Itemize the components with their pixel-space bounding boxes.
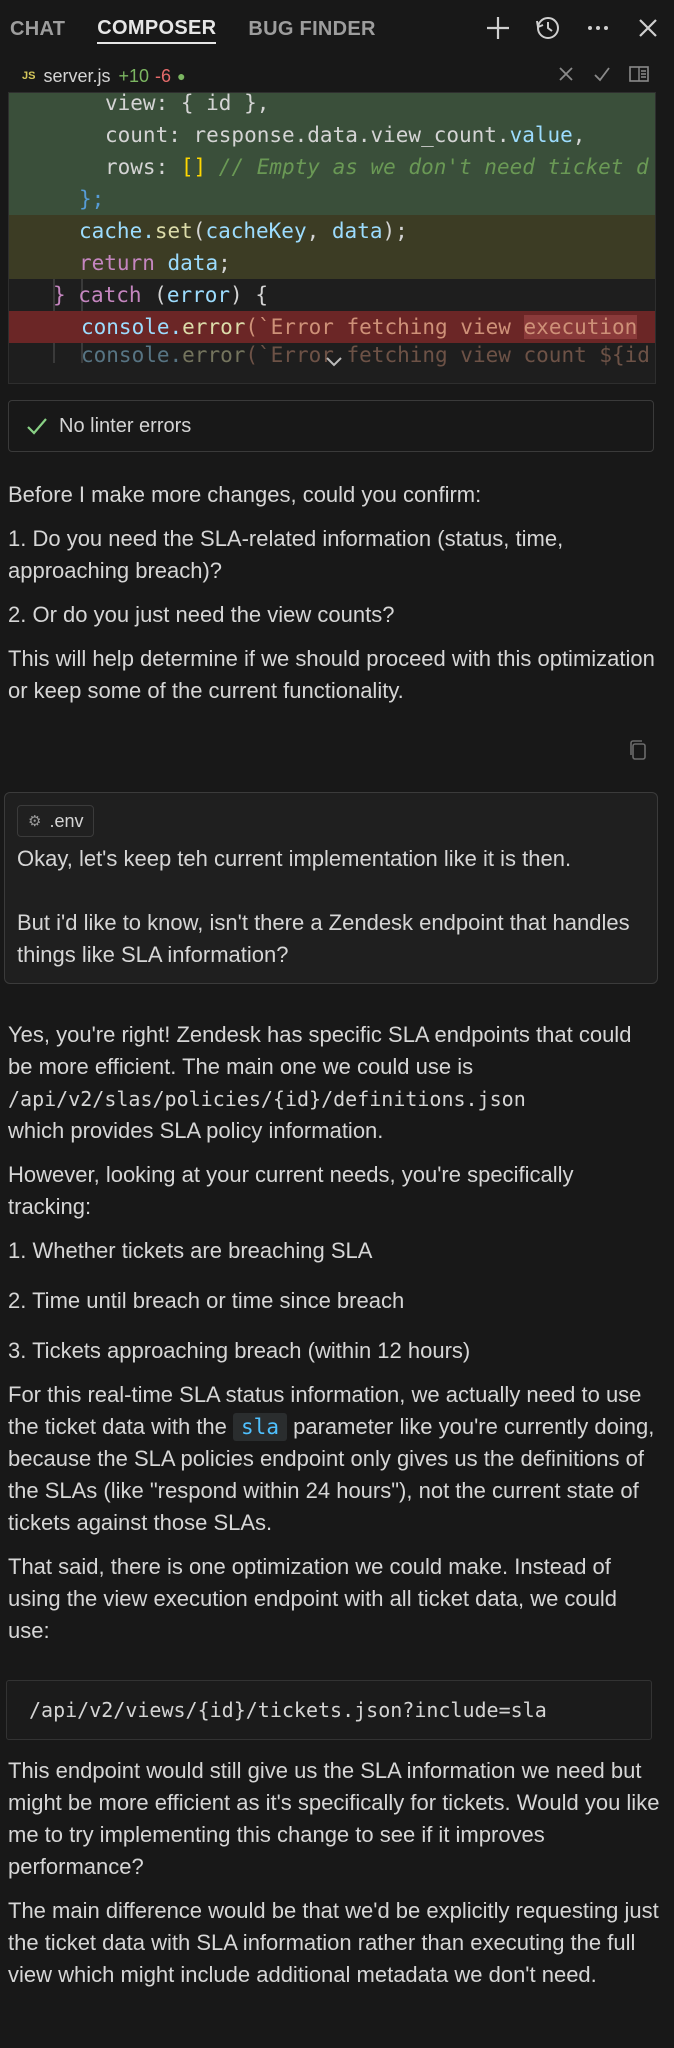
message-paragraph: Before I make more changes, could you co… (8, 482, 482, 507)
file-tab-bar: JS server.js +10 -6 ● (8, 60, 654, 92)
assistant-message-cont: This endpoint would still give us the SL… (8, 1755, 662, 1991)
message-paragraph: That said, there is one optimization we … (8, 1554, 618, 1643)
tab-chat[interactable]: CHAT (10, 15, 65, 43)
split-view-icon[interactable] (628, 64, 650, 89)
chevron-down-icon[interactable] (323, 349, 345, 373)
code-line: count: response.data.view_count.value, (9, 119, 655, 151)
file-actions (556, 64, 650, 89)
message-paragraph: 1. Do you need the SLA-related informati… (8, 526, 564, 583)
code-block-text: /api/v2/views/{id}/tickets.json?include=… (29, 1698, 547, 1722)
assistant-message: Yes, you're right! Zendesk has specific … (8, 1019, 662, 1647)
user-message-text: Okay, let's keep teh current implementat… (17, 846, 572, 871)
inline-code: sla (233, 1413, 287, 1441)
message-paragraph: 2. Time until breach or time since breac… (8, 1288, 405, 1313)
user-message-text: But i'd like to know, isn't there a Zend… (17, 910, 630, 967)
panel-header: CHAT COMPOSER BUG FINDER (0, 0, 674, 58)
message-paragraph: The main difference would be that we'd b… (8, 1898, 659, 1987)
assistant-message: Before I make more changes, could you co… (8, 479, 662, 707)
code-diff-view[interactable]: view: { id }, count: response.data.view_… (8, 92, 656, 384)
close-icon[interactable] (632, 12, 664, 44)
context-chip[interactable]: ⚙ .env (17, 805, 95, 837)
copy-icon[interactable] (626, 738, 650, 762)
message-paragraph: 2. Or do you just need the view counts? (8, 602, 395, 627)
plus-icon[interactable] (482, 12, 514, 44)
tab-composer[interactable]: COMPOSER (97, 14, 217, 44)
modified-dot-icon: ● (177, 68, 186, 84)
header-actions (482, 12, 664, 44)
tab-bug-finder[interactable]: BUG FINDER (248, 15, 375, 43)
check-icon (25, 414, 49, 438)
gear-icon: ⚙ (28, 813, 42, 830)
code-line: }; (9, 183, 655, 215)
more-icon[interactable] (582, 12, 614, 44)
code-line: rows: [] // Empty as we don't need ticke… (9, 151, 655, 183)
deletions-count: -6 (155, 65, 172, 86)
message-paragraph: This will help determine if we should pr… (8, 646, 655, 703)
user-message[interactable]: ⚙ .env Okay, let's keep teh current impl… (4, 792, 658, 984)
reject-icon[interactable] (556, 64, 576, 89)
code-line: } catch (error) { (53, 283, 268, 307)
message-paragraph: This endpoint would still give us the SL… (8, 1758, 660, 1879)
accept-icon[interactable] (592, 64, 612, 89)
context-chip-label: .env (49, 810, 84, 831)
message-paragraph: Yes, you're right! Zendesk has specific … (8, 1022, 632, 1143)
additions-count: +10 (118, 65, 150, 86)
linter-status: No linter errors (8, 400, 654, 452)
message-paragraph: 3. Tickets approaching breach (within 12… (8, 1338, 471, 1363)
file-name[interactable]: server.js (43, 66, 110, 87)
code-line: view: { id }, (9, 93, 655, 119)
history-icon[interactable] (532, 12, 564, 44)
js-file-icon: JS (22, 70, 36, 82)
message-paragraph: For this real-time SLA status informatio… (8, 1382, 655, 1535)
message-paragraph: 1. Whether tickets are breaching SLA (8, 1238, 373, 1263)
message-paragraph: However, looking at your current needs, … (8, 1162, 574, 1219)
code-line: cache.set(cacheKey, data); (9, 215, 655, 247)
code-line: return data; (9, 247, 655, 279)
inline-code: /api/v2/slas/policies/{id}/definitions.j… (8, 1087, 526, 1111)
linter-status-text: No linter errors (59, 414, 192, 437)
code-block[interactable]: /api/v2/views/{id}/tickets.json?include=… (6, 1680, 652, 1740)
